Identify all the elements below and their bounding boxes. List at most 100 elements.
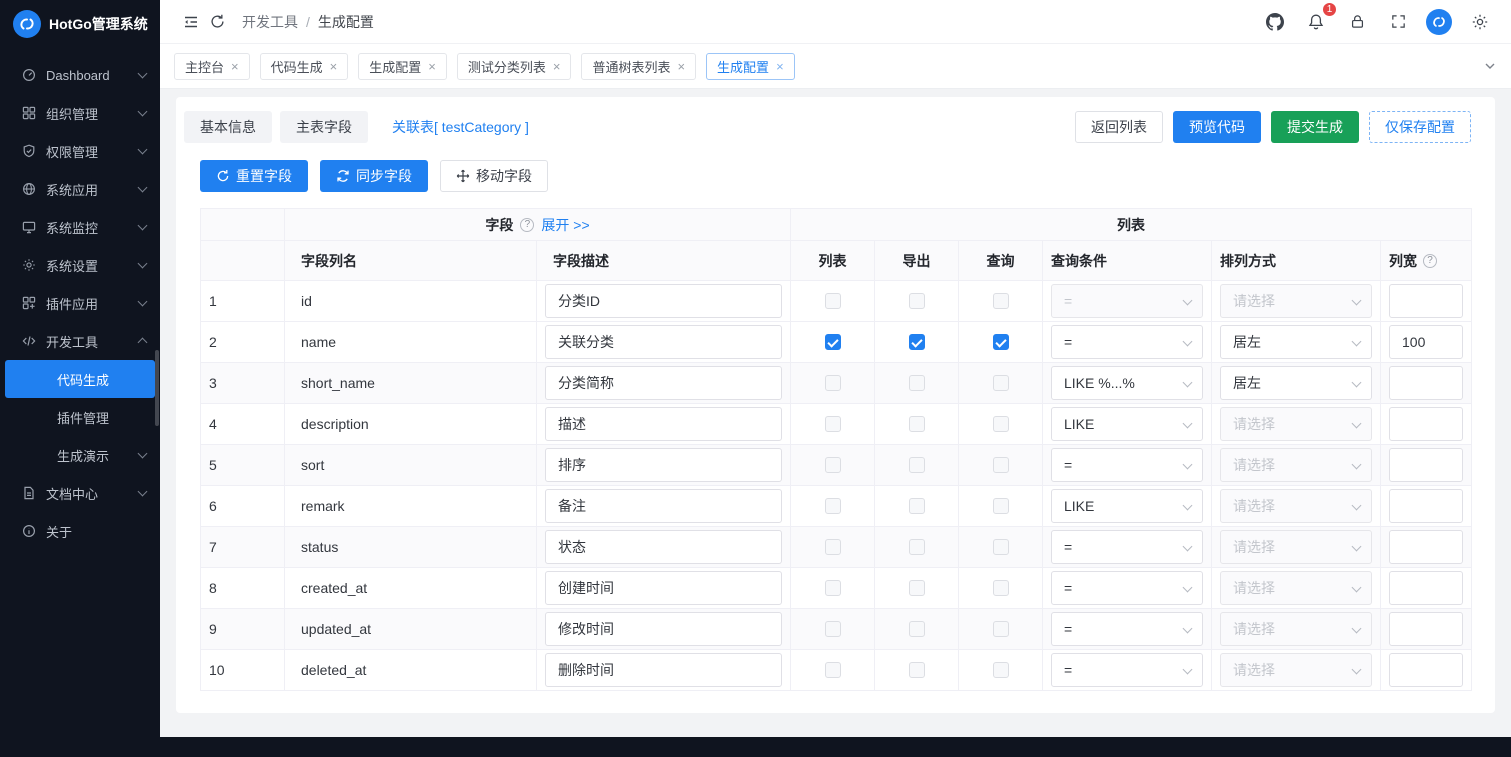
- query-condition-select[interactable]: =: [1051, 325, 1203, 359]
- back-to-list-button[interactable]: 返回列表: [1075, 111, 1163, 143]
- tab-chip[interactable]: 代码生成×: [260, 53, 349, 80]
- width-input[interactable]: [1389, 653, 1463, 687]
- query-condition-select[interactable]: =: [1051, 653, 1203, 687]
- list-checkbox[interactable]: [825, 416, 841, 432]
- export-checkbox[interactable]: [909, 334, 925, 350]
- width-input[interactable]: [1389, 325, 1463, 359]
- query-checkbox[interactable]: [993, 580, 1009, 596]
- sidebar-item[interactable]: Dashboard: [0, 56, 160, 94]
- width-input[interactable]: [1389, 612, 1463, 646]
- field-help-icon[interactable]: [520, 218, 534, 232]
- field-desc-input[interactable]: [545, 489, 782, 523]
- tab-chip[interactable]: 主控台×: [174, 53, 250, 80]
- sidebar-subitem[interactable]: 代码生成: [5, 360, 155, 398]
- query-checkbox[interactable]: [993, 457, 1009, 473]
- query-checkbox[interactable]: [993, 334, 1009, 350]
- sidebar-item[interactable]: 权限管理: [0, 132, 160, 170]
- sidebar-item[interactable]: 系统应用: [0, 170, 160, 208]
- list-checkbox[interactable]: [825, 580, 841, 596]
- breadcrumb-item[interactable]: 开发工具: [242, 12, 298, 32]
- list-checkbox[interactable]: [825, 498, 841, 514]
- align-select[interactable]: 居左: [1220, 366, 1372, 400]
- tab-close-icon[interactable]: ×: [553, 60, 561, 73]
- sidebar-item[interactable]: 组织管理: [0, 94, 160, 132]
- sidebar-subitem[interactable]: 插件管理: [0, 398, 160, 436]
- field-desc-input[interactable]: [545, 407, 782, 441]
- align-select[interactable]: 请选择: [1220, 284, 1372, 318]
- sidebar-subitem[interactable]: 生成演示: [0, 436, 160, 474]
- github-icon[interactable]: [1262, 9, 1288, 35]
- field-desc-input[interactable]: [545, 571, 782, 605]
- export-checkbox[interactable]: [909, 416, 925, 432]
- width-input[interactable]: [1389, 530, 1463, 564]
- align-select[interactable]: 居左: [1220, 325, 1372, 359]
- list-checkbox[interactable]: [825, 375, 841, 391]
- query-condition-select[interactable]: LIKE %...%: [1051, 366, 1203, 400]
- preview-code-button[interactable]: 预览代码: [1173, 111, 1261, 143]
- list-checkbox[interactable]: [825, 334, 841, 350]
- sidebar-item[interactable]: 关于: [0, 512, 160, 550]
- field-desc-input[interactable]: [545, 448, 782, 482]
- sidebar-item[interactable]: 文档中心: [0, 474, 160, 512]
- save-config-button[interactable]: 仅保存配置: [1369, 111, 1471, 143]
- query-checkbox[interactable]: [993, 375, 1009, 391]
- tab-chip[interactable]: 测试分类列表×: [457, 53, 572, 80]
- move-fields-button[interactable]: 移动字段: [440, 160, 548, 192]
- align-select[interactable]: 请选择: [1220, 489, 1372, 523]
- sidebar-item[interactable]: 插件应用: [0, 284, 160, 322]
- export-checkbox[interactable]: [909, 293, 925, 309]
- fullscreen-icon[interactable]: [1385, 9, 1411, 35]
- tab-chip[interactable]: 生成配置×: [706, 53, 795, 80]
- query-condition-select[interactable]: =: [1051, 284, 1203, 318]
- config-tab[interactable]: 基本信息: [184, 111, 272, 143]
- sync-fields-button[interactable]: 同步字段: [320, 160, 428, 192]
- align-select[interactable]: 请选择: [1220, 530, 1372, 564]
- query-condition-select[interactable]: LIKE: [1051, 489, 1203, 523]
- config-tab[interactable]: 主表字段: [280, 111, 368, 143]
- settings-gear-icon[interactable]: [1467, 9, 1493, 35]
- width-help-icon[interactable]: [1423, 254, 1437, 268]
- tab-close-icon[interactable]: ×: [330, 60, 338, 73]
- width-input[interactable]: [1389, 366, 1463, 400]
- sidebar-item[interactable]: 开发工具: [0, 322, 160, 360]
- list-checkbox[interactable]: [825, 293, 841, 309]
- tab-close-icon[interactable]: ×: [677, 60, 685, 73]
- reset-fields-button[interactable]: 重置字段: [200, 160, 308, 192]
- field-desc-input[interactable]: [545, 366, 782, 400]
- sidebar-scrollbar-thumb[interactable]: [155, 350, 159, 426]
- submit-generate-button[interactable]: 提交生成: [1271, 111, 1359, 143]
- align-select[interactable]: 请选择: [1220, 653, 1372, 687]
- field-desc-input[interactable]: [545, 612, 782, 646]
- tab-close-icon[interactable]: ×: [231, 60, 239, 73]
- width-input[interactable]: [1389, 284, 1463, 318]
- query-checkbox[interactable]: [993, 662, 1009, 678]
- expand-link[interactable]: 展开 >>: [541, 215, 589, 235]
- field-desc-input[interactable]: [545, 325, 782, 359]
- align-select[interactable]: 请选择: [1220, 407, 1372, 441]
- collapse-sidebar-icon[interactable]: [178, 9, 204, 35]
- list-checkbox[interactable]: [825, 539, 841, 555]
- logo-row[interactable]: HotGo管理系统: [0, 0, 160, 48]
- export-checkbox[interactable]: [909, 457, 925, 473]
- align-select[interactable]: 请选择: [1220, 612, 1372, 646]
- tab-chip[interactable]: 生成配置×: [358, 53, 447, 80]
- query-checkbox[interactable]: [993, 416, 1009, 432]
- lock-icon[interactable]: [1344, 9, 1370, 35]
- tab-close-icon[interactable]: ×: [428, 60, 436, 73]
- export-checkbox[interactable]: [909, 375, 925, 391]
- query-checkbox[interactable]: [993, 293, 1009, 309]
- query-condition-select[interactable]: LIKE: [1051, 407, 1203, 441]
- query-checkbox[interactable]: [993, 621, 1009, 637]
- field-desc-input[interactable]: [545, 653, 782, 687]
- width-input[interactable]: [1389, 571, 1463, 605]
- export-checkbox[interactable]: [909, 621, 925, 637]
- query-condition-select[interactable]: =: [1051, 530, 1203, 564]
- field-desc-input[interactable]: [545, 530, 782, 564]
- width-input[interactable]: [1389, 448, 1463, 482]
- list-checkbox[interactable]: [825, 662, 841, 678]
- tab-close-icon[interactable]: ×: [776, 60, 784, 73]
- query-condition-select[interactable]: =: [1051, 571, 1203, 605]
- query-condition-select[interactable]: =: [1051, 448, 1203, 482]
- sidebar-item[interactable]: 系统设置: [0, 246, 160, 284]
- query-checkbox[interactable]: [993, 498, 1009, 514]
